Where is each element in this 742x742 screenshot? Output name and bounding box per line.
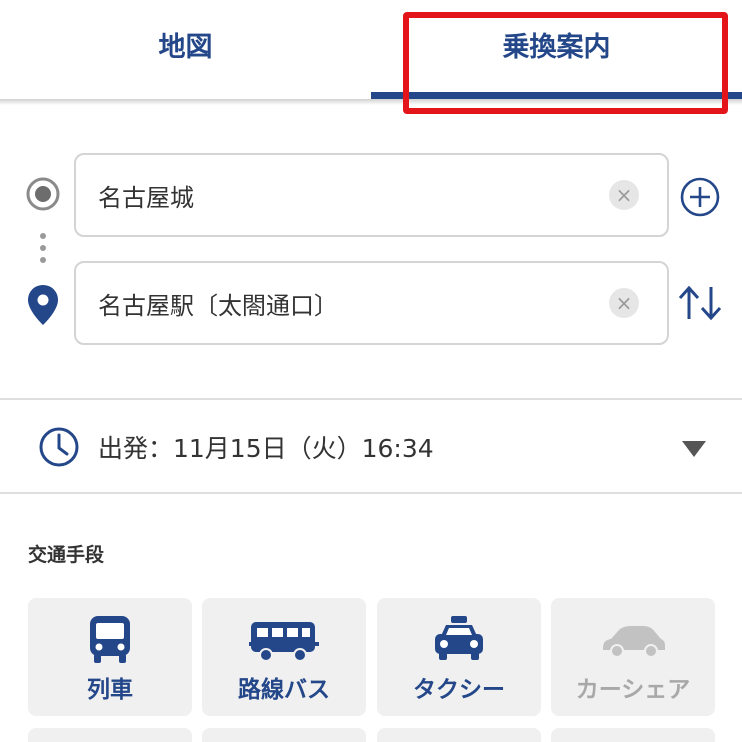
route-connector-dots (39, 233, 47, 267)
divider (0, 492, 742, 494)
tab-transit-label: 乗換案内 (502, 31, 611, 63)
swap-route-icon[interactable] (676, 284, 724, 322)
mode-bus-button[interactable]: 路線バス (202, 598, 366, 716)
destination-pin-icon (28, 285, 58, 325)
tab-transit[interactable]: 乗換案内 (371, 0, 742, 100)
destination-clear-icon[interactable]: × (609, 288, 639, 318)
origin-radio-icon (26, 177, 60, 211)
origin-input[interactable]: 名古屋城 × (74, 153, 669, 237)
car-icon (603, 626, 665, 658)
origin-value: 名古屋城 (98, 183, 194, 212)
mode-button-partial[interactable] (202, 728, 366, 742)
active-tab-indicator (371, 92, 742, 99)
tab-map-label: 地図 (158, 31, 213, 63)
tab-bar-shadow (0, 99, 742, 105)
mode-train-button[interactable]: 列車 (28, 598, 192, 716)
mode-button-partial[interactable] (28, 728, 192, 742)
destination-value: 名古屋駅〔太閤通口〕 (98, 291, 338, 320)
clock-icon (39, 427, 79, 467)
mode-bus-label: 路線バス (238, 677, 330, 703)
add-waypoint-icon[interactable] (679, 176, 721, 218)
tab-map[interactable]: 地図 (0, 0, 371, 100)
mode-carshare-label: カーシェア (575, 677, 691, 703)
train-icon (90, 616, 130, 663)
chevron-down-icon[interactable] (681, 440, 707, 458)
transport-section-title: 交通手段 (28, 544, 105, 566)
taxi-icon (435, 616, 483, 660)
tab-bar: 地図 乗換案内 (0, 0, 742, 100)
transit-screen: 地図 乗換案内 名古屋城 × 名古屋駅〔太閤通口〕 × 出発：11月15日（火）… (0, 0, 742, 742)
mode-button-partial[interactable] (377, 728, 541, 742)
destination-input[interactable]: 名古屋駅〔太閤通口〕 × (74, 261, 669, 345)
mode-carshare-button[interactable]: カーシェア (551, 598, 715, 716)
mode-train-label: 列車 (87, 677, 133, 703)
bus-icon (249, 622, 319, 662)
mode-taxi-label: タクシー (413, 677, 505, 703)
origin-clear-icon[interactable]: × (609, 180, 639, 210)
mode-button-partial[interactable] (551, 728, 715, 742)
departure-time[interactable]: 出発：11月15日（火）16:34 (98, 426, 434, 468)
mode-taxi-button[interactable]: タクシー (377, 598, 541, 716)
divider (0, 398, 742, 400)
